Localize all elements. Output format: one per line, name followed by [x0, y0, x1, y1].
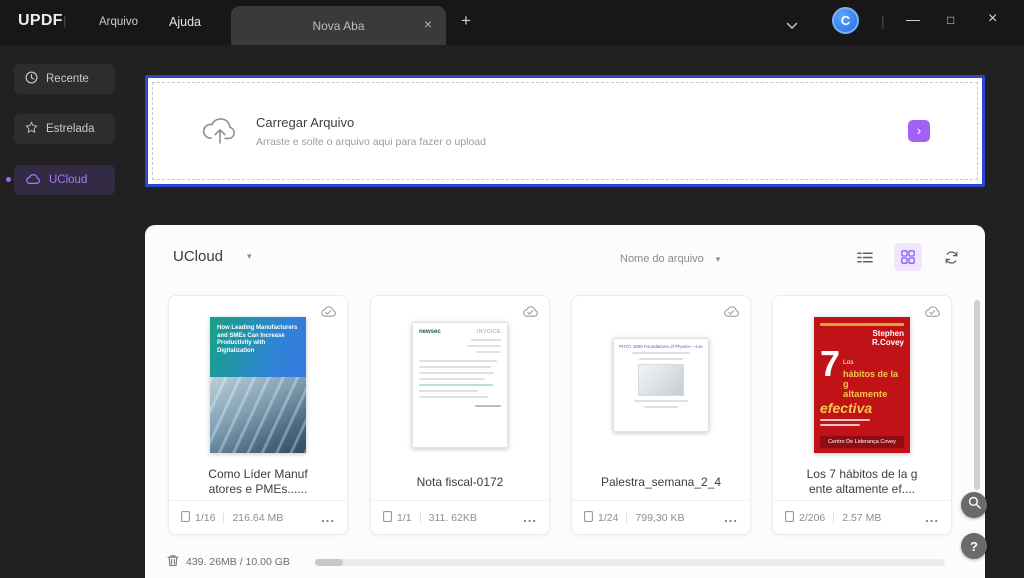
new-tab-button[interactable]: + — [461, 11, 471, 31]
file-card-footer: 1/24 799,30 KB ... — [572, 500, 750, 534]
footer-divider — [223, 513, 224, 523]
book-title-word: efectiva — [820, 400, 904, 416]
file-size: 2.57 MB — [842, 512, 881, 524]
chevron-down-icon: ▾ — [247, 251, 252, 262]
vertical-scrollbar[interactable] — [974, 300, 980, 490]
file-card-seven-habits[interactable]: Stephen R.Covey 7 Los hábitos de la g al… — [772, 295, 952, 535]
sort-label: Nome do arquivo — [620, 253, 704, 265]
invoice-logo: newsec — [419, 329, 441, 335]
thumbnail: Stephen R.Covey 7 Los hábitos de la g al… — [773, 309, 951, 461]
more-options-button[interactable]: ... — [925, 515, 939, 520]
sidebar-item-label: Recente — [46, 73, 89, 85]
active-indicator-dot — [6, 177, 11, 182]
file-card-manufacturing[interactable]: How Leading Manufacturers and SMEs Can I… — [168, 295, 348, 535]
file-size: 799,30 KB — [635, 512, 684, 524]
storage-progress-bar — [315, 559, 945, 566]
star-icon — [25, 121, 38, 137]
menu-help[interactable]: Ajuda — [169, 15, 201, 29]
file-title: Como Líder Manufatores e PMEs...... — [177, 464, 339, 500]
file-card-lecture[interactable]: PHYC 1600 Foundations of Physics —Lectur… — [571, 295, 751, 535]
footer-divider — [833, 513, 834, 523]
source-dropdown[interactable]: UCloud ▾ — [173, 248, 252, 265]
titlebar-divider: | — [881, 13, 885, 29]
page-count: 1/16 — [195, 512, 215, 524]
tab-close-icon[interactable]: × — [424, 16, 432, 32]
grid-view-button[interactable] — [894, 243, 922, 271]
lecture-figure — [638, 364, 684, 396]
file-card-footer: 1/16 216.64 MB ... — [169, 500, 347, 534]
invoice-heading: INVOICE — [477, 329, 501, 335]
page-icon — [584, 511, 593, 525]
search-button[interactable] — [961, 492, 987, 518]
upload-subtitle: Arraste e solte o arquivo aqui para faze… — [256, 136, 486, 148]
book-big-seven: 7 — [820, 348, 840, 400]
footer-divider — [420, 513, 421, 523]
book-banner: Centro De Liderança Covey — [820, 436, 904, 448]
main-content: Carregar Arquivo Arraste e solte o arqui… — [130, 45, 1024, 578]
page-count: 1/24 — [598, 512, 618, 524]
list-view-button[interactable] — [851, 243, 879, 271]
file-title: Los 7 hábitos de la gente altamente ef..… — [781, 464, 943, 500]
titlebar: UPDF | Arquivo Ajuda Nova Aba × + C | — … — [0, 0, 1024, 45]
cloud-icon — [25, 173, 41, 188]
refresh-button[interactable] — [937, 243, 965, 271]
tab-nova-aba[interactable]: Nova Aba × — [231, 6, 446, 45]
file-title: Palestra_semana_2_4 — [580, 464, 742, 500]
footer-divider — [626, 513, 627, 523]
logo-divider: | — [63, 13, 66, 28]
file-browser-panel: UCloud ▾ Nome do arquivo ▾ How Leading M… — [145, 225, 985, 578]
file-size: 216.64 MB — [232, 512, 283, 524]
file-card-invoice[interactable]: newsec INVOICE Nota fisca — [370, 295, 550, 535]
upload-title: Carregar Arquivo — [256, 115, 486, 130]
chevron-down-icon[interactable] — [786, 17, 798, 35]
sidebar-item-label: Estrelada — [46, 123, 95, 135]
page-count: 1/1 — [397, 512, 412, 524]
clock-icon — [25, 71, 38, 87]
lecture-header: PHYC 1600 Foundations of Physics —Lectur… — [619, 344, 703, 349]
maximize-button[interactable]: □ — [947, 13, 954, 27]
page-icon — [785, 511, 794, 525]
thumbnail: newsec INVOICE — [371, 309, 549, 461]
cover-accent-bar — [820, 323, 904, 326]
sidebar-item-recent[interactable]: Recente — [14, 64, 115, 94]
page-count: 2/206 — [799, 512, 825, 524]
sort-dropdown[interactable]: Nome do arquivo ▾ — [620, 253, 720, 265]
page-icon — [181, 511, 190, 525]
tab-title: Nova Aba — [312, 19, 364, 33]
cloud-upload-icon — [200, 112, 240, 150]
close-button[interactable]: × — [988, 10, 997, 28]
help-button[interactable]: ? — [961, 533, 987, 559]
cover-photo — [210, 377, 306, 453]
storage-icon — [167, 554, 179, 570]
chevron-down-icon: ▾ — [716, 254, 721, 265]
sidebar-item-label: UCloud — [49, 174, 87, 186]
storage-text: 439. 26MB / 10.00 GB — [186, 556, 290, 568]
sidebar: Recente Estrelada UCloud — [0, 45, 130, 578]
storage-progress-fill — [315, 559, 343, 566]
page-icon — [383, 511, 392, 525]
more-options-button[interactable]: ... — [724, 515, 738, 520]
file-title: Nota fiscal-0172 — [379, 464, 541, 500]
menu-file[interactable]: Arquivo — [99, 16, 138, 28]
search-icon — [968, 496, 981, 514]
more-options-button[interactable]: ... — [321, 515, 335, 520]
minimize-button[interactable]: — — [906, 11, 920, 27]
thumbnail: PHYC 1600 Foundations of Physics —Lectur… — [572, 309, 750, 461]
upload-next-button[interactable]: › — [908, 120, 930, 142]
sidebar-item-ucloud[interactable]: UCloud — [14, 165, 115, 195]
upload-dropzone[interactable]: Carregar Arquivo Arraste e solte o arqui… — [145, 75, 985, 187]
more-options-button[interactable]: ... — [523, 515, 537, 520]
avatar[interactable]: C — [832, 7, 859, 34]
app-logo: UPDF — [18, 12, 63, 30]
file-card-footer: 1/1 311. 62KB ... — [371, 500, 549, 534]
file-card-footer: 2/206 2.57 MB ... — [773, 500, 951, 534]
source-label: UCloud — [173, 248, 223, 265]
cover-title: How Leading Manufacturers and SMEs Can I… — [210, 317, 306, 355]
file-size: 311. 62KB — [429, 512, 477, 524]
thumbnail: How Leading Manufacturers and SMEs Can I… — [169, 309, 347, 461]
sidebar-item-starred[interactable]: Estrelada — [14, 114, 115, 144]
storage-usage: 439. 26MB / 10.00 GB — [167, 554, 290, 570]
